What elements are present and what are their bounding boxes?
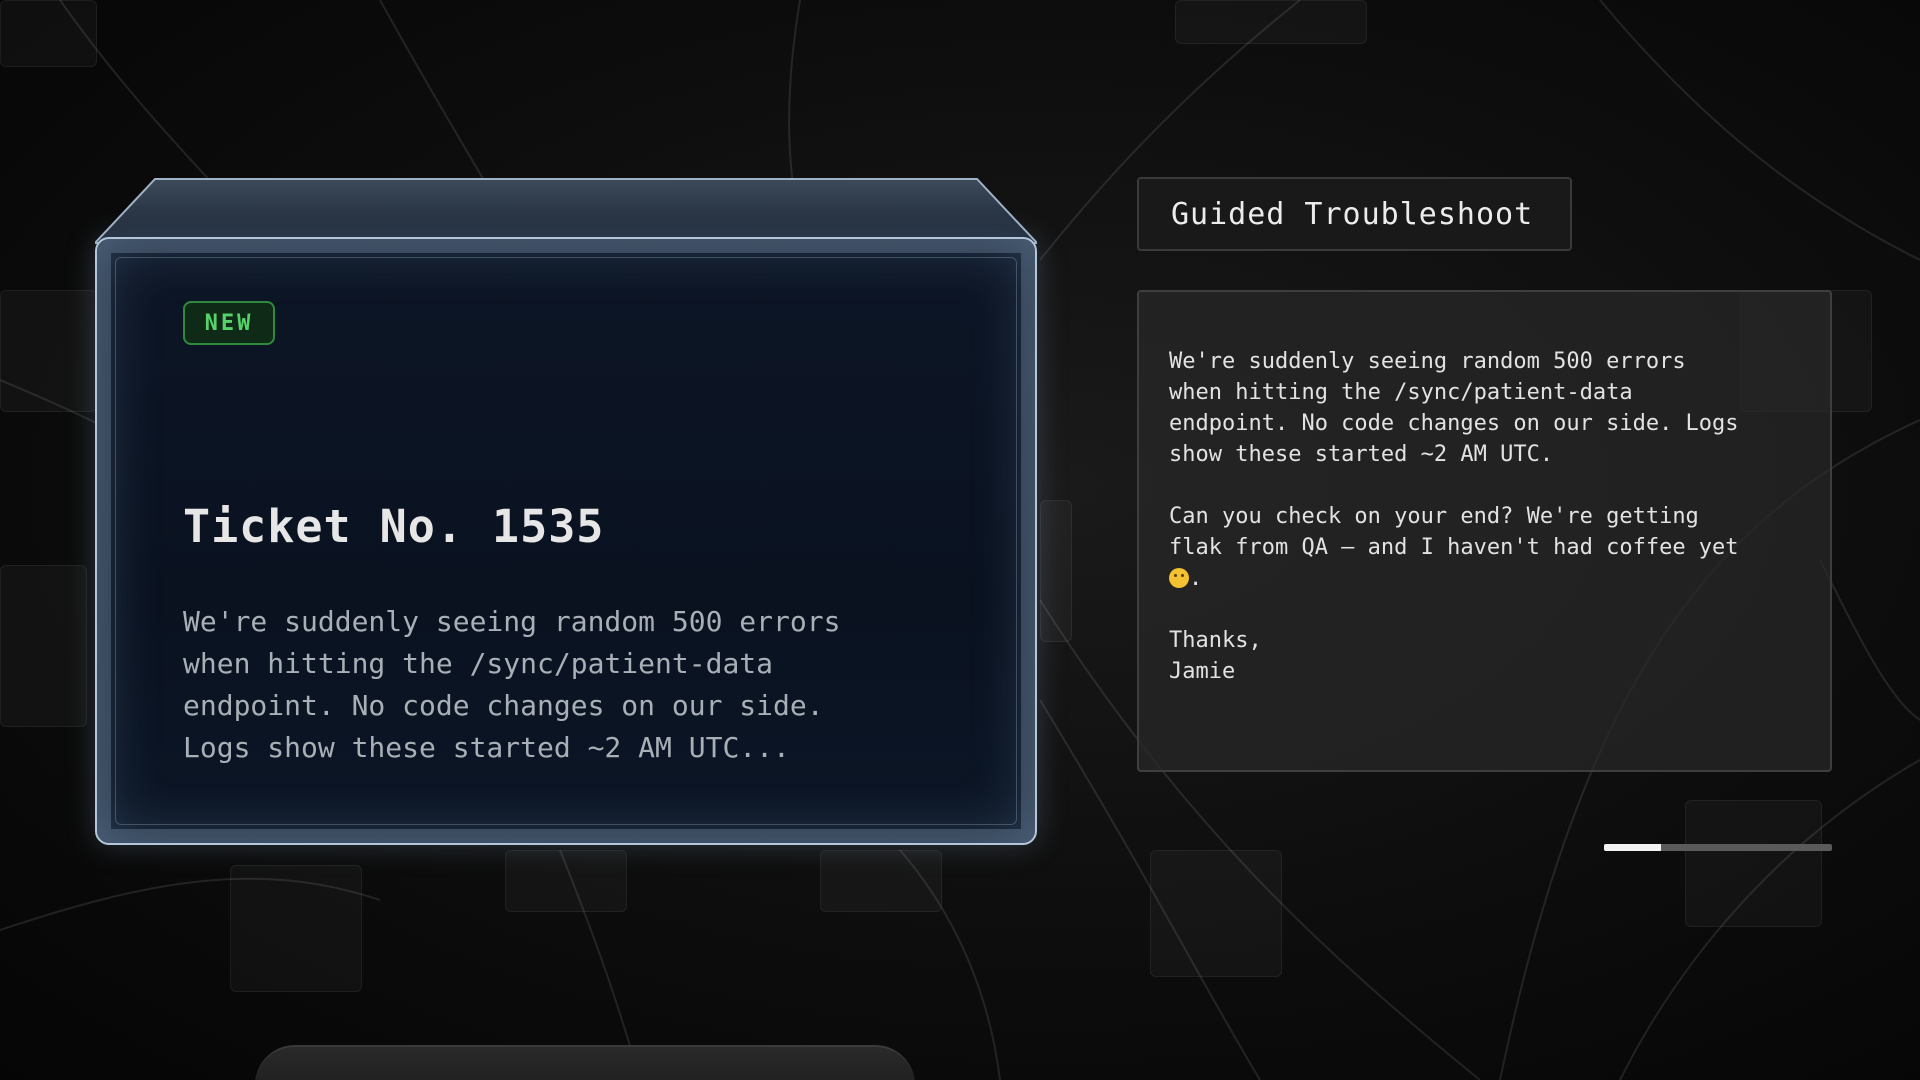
background-tile: [505, 850, 627, 912]
background-tile: [0, 290, 97, 412]
background-tile: [820, 850, 942, 912]
progress-bar: [1604, 844, 1832, 851]
grinning-face-icon: [1169, 568, 1189, 588]
app-stage: NEW Ticket No. 1535 We're suddenly seein…: [0, 0, 1920, 1080]
message-paragraph-2-text: Can you check on your end? We're getting…: [1169, 504, 1739, 560]
background-tile: [1040, 500, 1072, 642]
message-paragraph-2: Can you check on your end? We're getting…: [1169, 501, 1800, 594]
background-tile: [0, 0, 97, 67]
ticket-message-panel: We're suddenly seeing random 500 errors …: [1137, 290, 1832, 772]
message-signature: Jamie: [1169, 659, 1236, 684]
message-paragraph-1: We're suddenly seeing random 500 errors …: [1169, 349, 1739, 467]
message-signoff: Thanks,: [1169, 628, 1262, 653]
guided-troubleshoot-label: Guided Troubleshoot: [1171, 196, 1534, 232]
background-tile: [1685, 800, 1822, 927]
background-tile: [230, 865, 362, 992]
background-tile: [1175, 0, 1367, 44]
background-tile: [0, 565, 87, 727]
message-signoff-block: Thanks, Jamie: [1169, 625, 1800, 687]
ticket-title: Ticket No. 1535: [183, 500, 605, 553]
background-tile: [1150, 850, 1282, 977]
message-paragraph-2-end: .: [1189, 566, 1203, 591]
progress-bar-fill: [1604, 844, 1661, 851]
guided-troubleshoot-button[interactable]: Guided Troubleshoot: [1137, 177, 1572, 251]
new-badge: NEW: [183, 301, 275, 345]
bottom-pedestal: [255, 1045, 915, 1080]
ticket-preview-text: We're suddenly seeing random 500 errors …: [183, 605, 841, 764]
